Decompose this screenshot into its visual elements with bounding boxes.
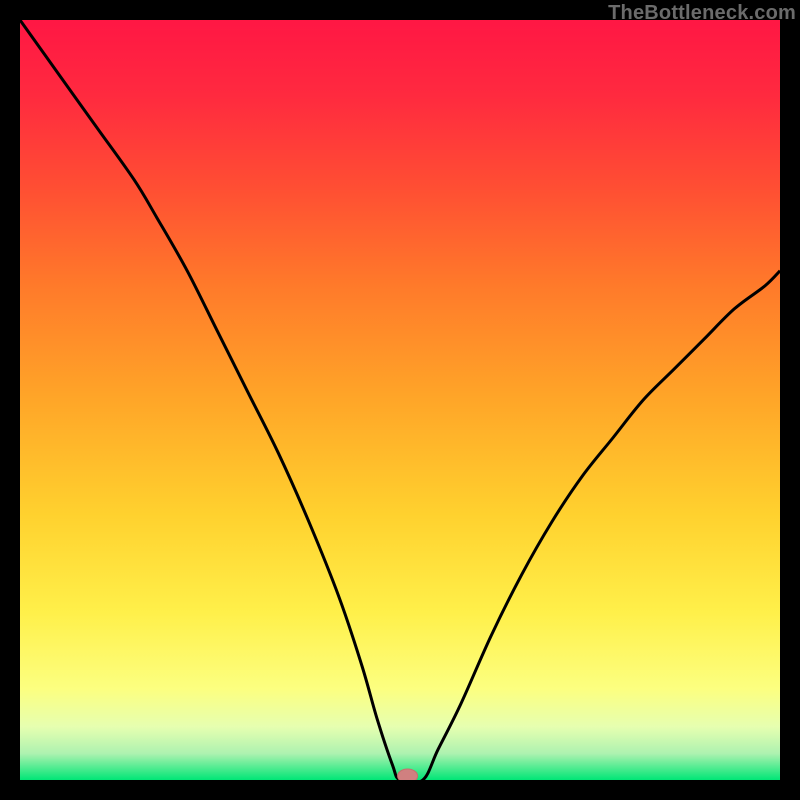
optimal-point-marker xyxy=(398,769,418,780)
plot-area xyxy=(20,20,780,780)
watermark-label: TheBottleneck.com xyxy=(608,2,796,25)
chart-frame: TheBottleneck.com xyxy=(0,0,800,800)
gradient-background xyxy=(20,20,780,780)
bottleneck-chart xyxy=(20,20,780,780)
